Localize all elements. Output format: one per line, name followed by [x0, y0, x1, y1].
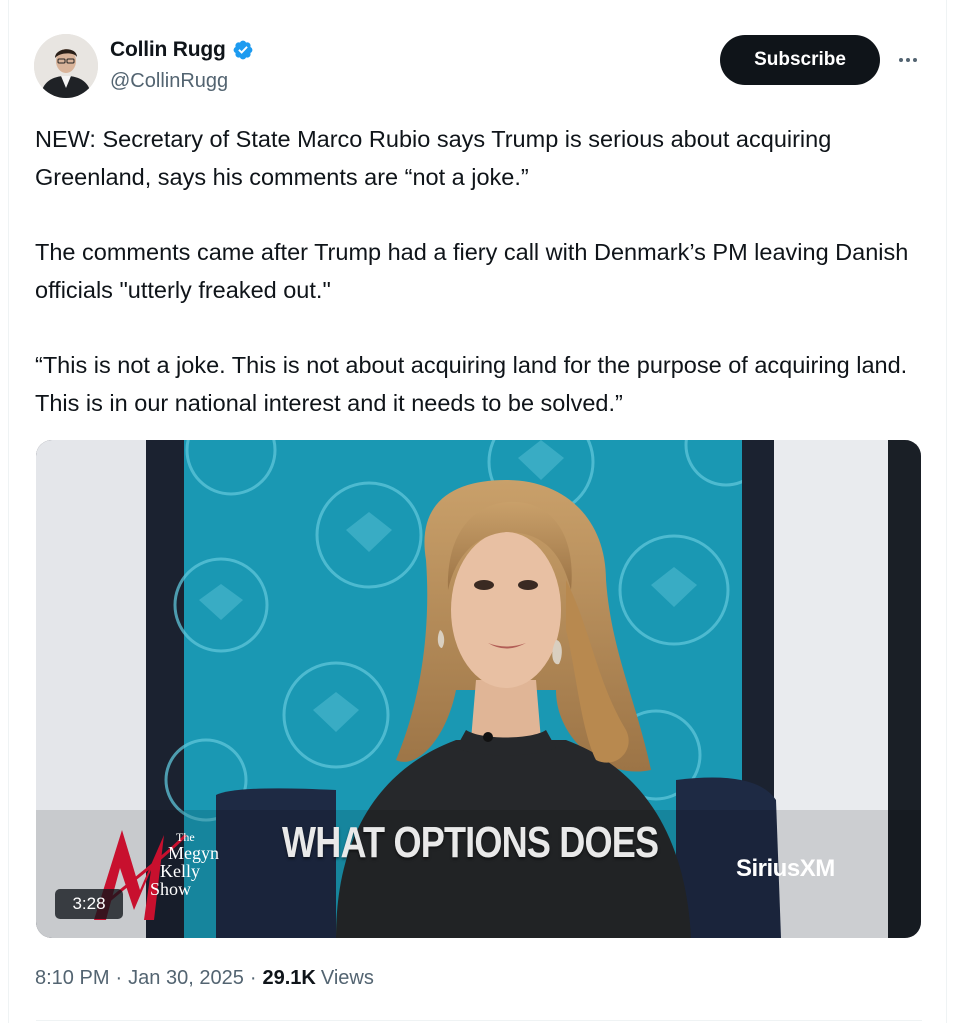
siriusxm-logo: SiriusXM	[736, 855, 835, 882]
subscribe-button[interactable]: Subscribe	[720, 35, 880, 85]
timeline-border-right	[946, 0, 947, 1023]
views-label: Views	[320, 967, 374, 989]
tweet-time[interactable]: 8:10 PM	[35, 967, 109, 990]
timeline-border-left	[8, 0, 9, 1023]
tweet-paragraph: NEW: Secretary of State Marco Rubio says…	[35, 126, 832, 190]
tweet-date[interactable]: Jan 30, 2025	[128, 967, 244, 990]
megyn-kelly-show-logo: The Megyn Kelly Show	[150, 830, 219, 898]
meta-separator: ·	[115, 967, 123, 989]
tweet-paragraph: The comments came after Trump had a fier…	[35, 239, 909, 303]
video-caption: WHAT OPTIONS DOES	[282, 818, 659, 867]
show-logo-line2: Kelly	[160, 861, 200, 881]
author-name-row: Collin Rugg	[110, 37, 254, 63]
video-player[interactable]: WHAT OPTIONS DOES SiriusXM The Megyn Kel…	[36, 440, 921, 938]
meta-separator: ·	[249, 967, 257, 989]
author-handle[interactable]: @CollinRugg	[110, 70, 228, 93]
tweet-text: NEW: Secretary of State Marco Rubio says…	[35, 120, 925, 422]
show-logo-the: The	[176, 830, 195, 844]
divider	[36, 1020, 922, 1021]
views-count[interactable]: 29.1K	[262, 967, 315, 990]
avatar[interactable]	[34, 34, 98, 98]
show-logo-line3: Show	[150, 879, 192, 899]
tweet-meta: 8:10 PM · Jan 30, 2025 · 29.1K Views	[35, 967, 374, 990]
show-logo-line1: Megyn	[168, 843, 219, 863]
more-options-icon[interactable]	[890, 44, 926, 76]
author-display-name[interactable]: Collin Rugg	[110, 38, 226, 62]
tweet-paragraph: “This is not a joke. This is not about a…	[35, 352, 908, 416]
video-duration-badge: 3:28	[55, 889, 123, 919]
verified-badge-icon[interactable]	[232, 39, 254, 61]
